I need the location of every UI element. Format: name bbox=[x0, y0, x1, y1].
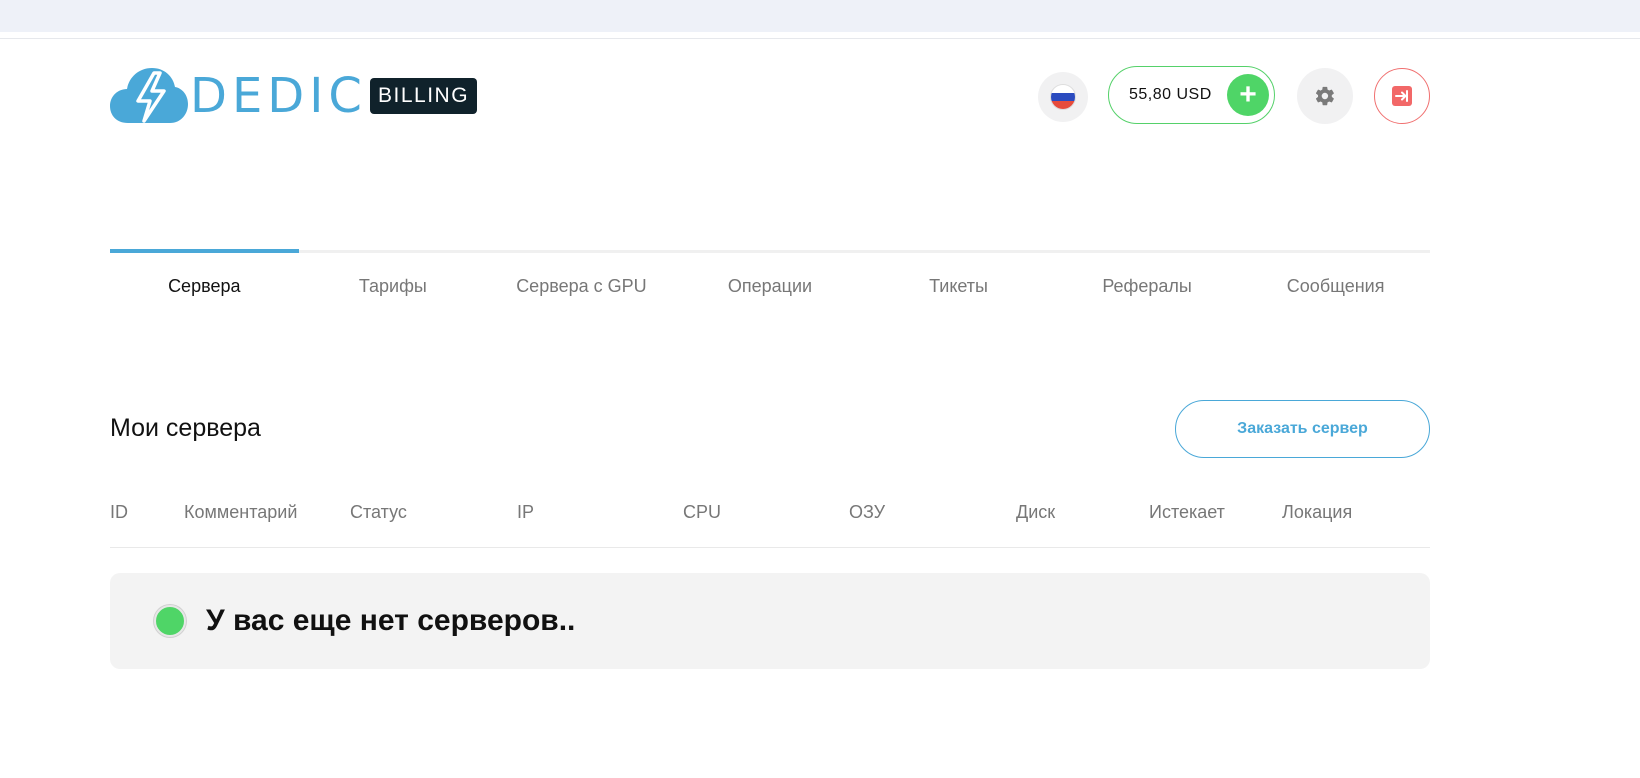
tab-tariffs[interactable]: Тарифы bbox=[299, 276, 488, 297]
tab-messages[interactable]: Сообщения bbox=[1241, 276, 1430, 297]
tab-tickets[interactable]: Тикеты bbox=[864, 276, 1053, 297]
balance-value: 55,80 USD bbox=[1129, 86, 1212, 103]
active-tab-indicator bbox=[110, 249, 299, 253]
browser-divider bbox=[0, 38, 1640, 39]
empty-state-message: У вас еще нет серверов.. bbox=[206, 604, 576, 637]
order-server-button[interactable]: Заказать сервер bbox=[1175, 400, 1430, 458]
language-switcher[interactable] bbox=[1038, 72, 1088, 122]
brand-name: DEDIC bbox=[190, 68, 367, 124]
settings-button[interactable] bbox=[1297, 68, 1353, 124]
column-header-expires[interactable]: Истекает bbox=[1149, 502, 1225, 523]
logout-button[interactable] bbox=[1374, 68, 1430, 124]
column-header-comment[interactable]: Комментарий bbox=[184, 502, 297, 523]
balance-pill[interactable]: 55,80 USD + bbox=[1108, 66, 1275, 124]
russia-flag-icon bbox=[1050, 84, 1076, 110]
column-header-id[interactable]: ID bbox=[110, 502, 128, 523]
empty-state: У вас еще нет серверов.. bbox=[110, 573, 1430, 669]
column-header-disk[interactable]: Диск bbox=[1016, 502, 1055, 523]
tabs-track bbox=[110, 250, 1430, 253]
table-divider bbox=[110, 547, 1430, 548]
cloud-lightning-icon bbox=[110, 68, 188, 123]
tab-gpu-servers[interactable]: Сервера с GPU bbox=[487, 276, 676, 297]
billing-badge: BILLING bbox=[370, 78, 478, 114]
column-header-ip[interactable]: IP bbox=[517, 502, 534, 523]
column-header-status[interactable]: Статус bbox=[350, 502, 407, 523]
tab-operations[interactable]: Операции bbox=[676, 276, 865, 297]
page-title: Мои сервера bbox=[110, 414, 261, 442]
tab-servers[interactable]: Сервера bbox=[110, 276, 299, 297]
gear-icon bbox=[1315, 86, 1334, 106]
tab-referrals[interactable]: Рефералы bbox=[1053, 276, 1242, 297]
browser-top-bar bbox=[0, 0, 1640, 32]
plus-icon: + bbox=[1239, 78, 1257, 111]
brand-logo[interactable]: DEDIC bbox=[110, 66, 367, 126]
status-dot-icon bbox=[154, 605, 186, 637]
servers-table-header: ID Комментарий Статус IP CPU ОЗУ Диск Ис… bbox=[110, 502, 1430, 526]
add-funds-button[interactable]: + bbox=[1227, 74, 1269, 116]
column-header-cpu[interactable]: CPU bbox=[683, 502, 721, 523]
logout-icon bbox=[1392, 86, 1412, 106]
column-header-ram[interactable]: ОЗУ bbox=[849, 502, 885, 523]
column-header-location[interactable]: Локация bbox=[1282, 502, 1352, 523]
main-tabs: Сервера Тарифы Сервера с GPU Операции Ти… bbox=[110, 276, 1430, 297]
